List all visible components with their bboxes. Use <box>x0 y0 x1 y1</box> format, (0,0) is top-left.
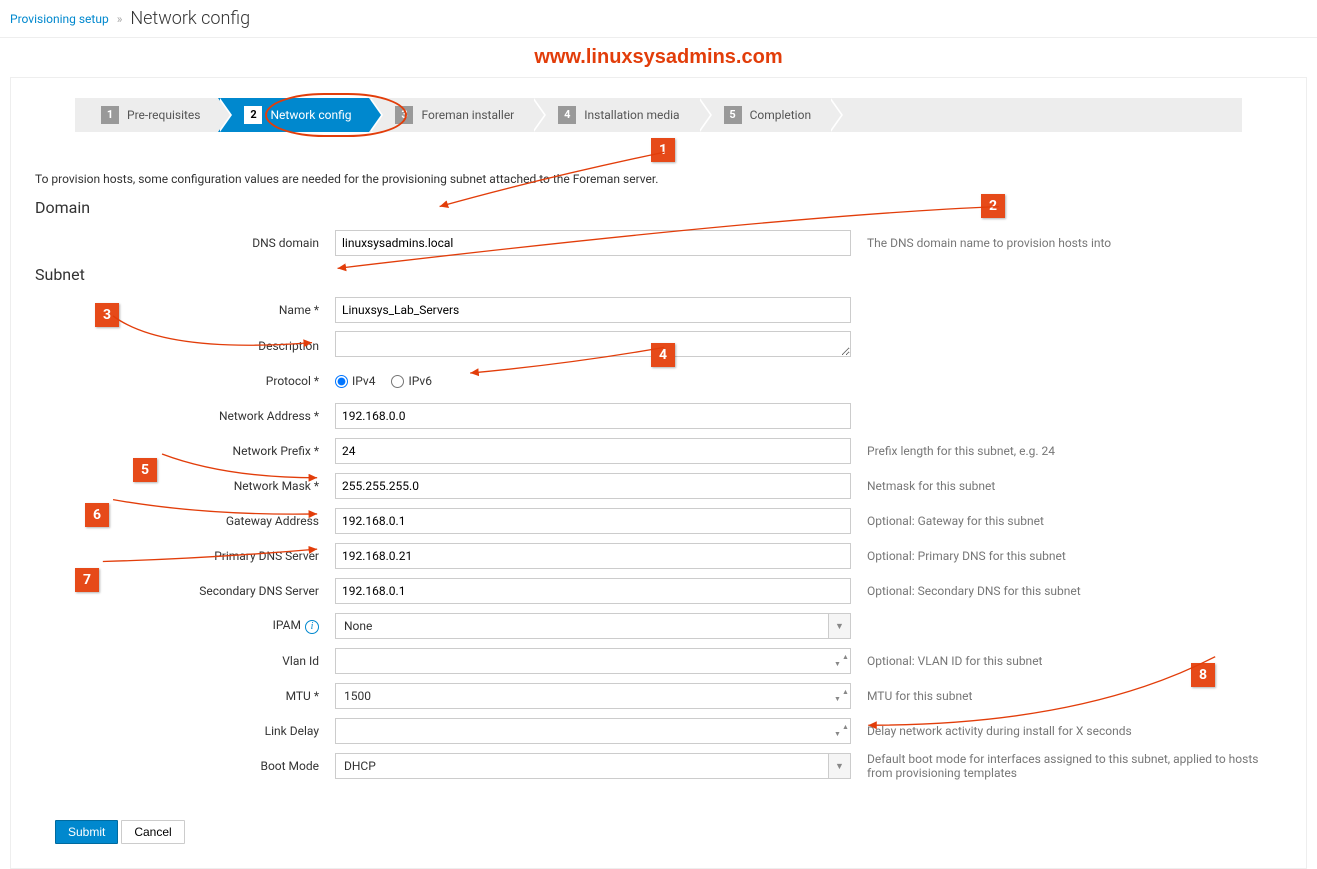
boot-mode-select[interactable]: DHCP ▼ <box>335 753 851 779</box>
protocol-label: Protocol * <box>35 374 335 388</box>
gateway-label: Gateway Address <box>35 514 335 528</box>
network-prefix-help: Prefix length for this subnet, e.g. 24 <box>851 444 1282 458</box>
primary-dns-label: Primary DNS Server <box>35 549 335 563</box>
description-label: Description <box>35 339 335 353</box>
wizard-step-network-config[interactable]: 2 Network config <box>218 98 369 132</box>
wizard-step-label: Network config <box>270 108 351 122</box>
submit-button[interactable]: Submit <box>55 820 118 844</box>
wizard-step-number: 2 <box>244 106 262 124</box>
primary-dns-help: Optional: Primary DNS for this subnet <box>851 549 1282 563</box>
wizard-step-label: Installation media <box>584 108 679 122</box>
primary-dns-input[interactable] <box>335 543 851 569</box>
network-mask-input[interactable] <box>335 473 851 499</box>
wizard-step-number: 3 <box>395 106 413 124</box>
subnet-name-input[interactable] <box>335 297 851 323</box>
dns-domain-help: The DNS domain name to provision hosts i… <box>851 236 1282 250</box>
section-title-subnet: Subnet <box>35 265 1282 284</box>
chevron-down-icon: ▼ <box>828 614 850 638</box>
link-delay-label: Link Delay <box>35 724 335 738</box>
ipam-label: IPAMi <box>35 618 335 634</box>
breadcrumb: Provisioning setup » Network config <box>0 0 1317 38</box>
wizard-step-label: Foreman installer <box>421 108 514 122</box>
network-mask-label: Network Mask * <box>35 479 335 493</box>
secondary-dns-help: Optional: Secondary DNS for this subnet <box>851 584 1282 598</box>
annotation-badge-8: 8 <box>1191 663 1215 687</box>
network-mask-help: Netmask for this subnet <box>851 479 1282 493</box>
annotation-badge-6: 6 <box>85 503 109 527</box>
wizard-step-number: 4 <box>558 106 576 124</box>
info-icon[interactable]: i <box>305 620 319 634</box>
annotation-badge-2: 2 <box>981 194 1005 218</box>
boot-mode-help: Default boot mode for interfaces assigne… <box>851 752 1282 780</box>
watermark-text: www.linuxsysadmins.com <box>0 38 1317 77</box>
wizard-step-completion[interactable]: 5 Completion <box>698 98 830 132</box>
vlan-id-label: Vlan Id <box>35 654 335 668</box>
cancel-button[interactable]: Cancel <box>121 820 184 844</box>
wizard-step-number: 5 <box>724 106 742 124</box>
annotation-badge-3: 3 <box>95 303 119 327</box>
link-delay-help: Delay network activity during install fo… <box>851 724 1282 738</box>
dns-domain-input[interactable] <box>335 230 851 256</box>
network-prefix-input[interactable] <box>335 438 851 464</box>
wizard-step-installation-media[interactable]: 4 Installation media <box>532 98 697 132</box>
annotation-badge-7: 7 <box>75 568 99 592</box>
section-title-domain: Domain <box>35 198 1282 217</box>
annotation-badge-4: 4 <box>651 343 675 367</box>
breadcrumb-root-link[interactable]: Provisioning setup <box>10 12 109 26</box>
stepper-icon: ▲▼ <box>834 654 850 668</box>
ipam-select[interactable]: None ▼ <box>335 613 851 639</box>
annotation-badge-5: 5 <box>133 458 157 482</box>
protocol-ipv4-radio[interactable]: IPv4 <box>335 374 375 388</box>
vlan-id-help: Optional: VLAN ID for this subnet <box>851 654 1282 668</box>
stepper-icon: ▲▼ <box>834 724 850 738</box>
gateway-help: Optional: Gateway for this subnet <box>851 514 1282 528</box>
subnet-name-label: Name * <box>35 303 335 317</box>
wizard-steps: 1 Pre-requisites 2 Network config 3 Fore… <box>75 98 1242 132</box>
mtu-input[interactable]: 1500 ▲▼ <box>335 683 851 709</box>
description-textarea[interactable] <box>335 331 851 357</box>
page-body: 1 Pre-requisites 2 Network config 3 Fore… <box>10 77 1307 869</box>
breadcrumb-separator-icon: » <box>117 12 123 26</box>
wizard-step-foreman-installer[interactable]: 3 Foreman installer <box>369 98 532 132</box>
mtu-help: MTU for this subnet <box>851 689 1282 703</box>
protocol-ipv6-radio[interactable]: IPv6 <box>391 374 431 388</box>
gateway-input[interactable] <box>335 508 851 534</box>
network-prefix-label: Network Prefix * <box>35 444 335 458</box>
wizard-step-number: 1 <box>101 106 119 124</box>
mtu-label: MTU * <box>35 689 335 703</box>
wizard-step-label: Pre-requisites <box>127 108 200 122</box>
network-address-input[interactable] <box>335 403 851 429</box>
link-delay-input[interactable]: ▲▼ <box>335 718 851 744</box>
intro-text: To provision hosts, some configuration v… <box>35 172 1282 186</box>
wizard-step-prerequisites[interactable]: 1 Pre-requisites <box>75 98 218 132</box>
stepper-icon: ▲▼ <box>834 689 850 703</box>
dns-domain-label: DNS domain <box>35 236 335 250</box>
annotation-badge-1: 1 <box>651 138 675 162</box>
chevron-down-icon: ▼ <box>828 754 850 778</box>
page-title: Network config <box>130 8 250 29</box>
network-address-label: Network Address * <box>35 409 335 423</box>
wizard-step-label: Completion <box>750 108 812 122</box>
secondary-dns-input[interactable] <box>335 578 851 604</box>
boot-mode-label: Boot Mode <box>35 759 335 773</box>
vlan-id-input[interactable]: ▲▼ <box>335 648 851 674</box>
